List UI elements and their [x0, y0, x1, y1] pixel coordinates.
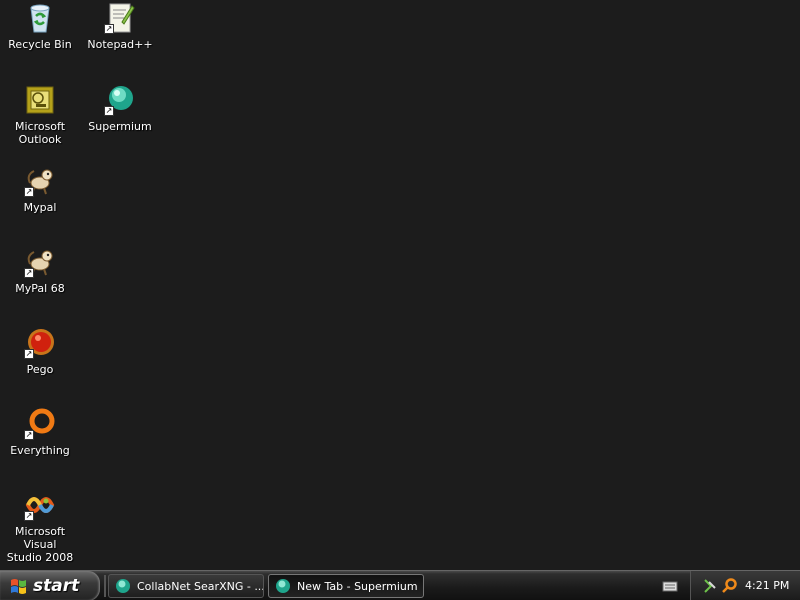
supermium-shortcut[interactable]: ↗ Supermium [80, 84, 160, 156]
recycle-bin-icon [24, 2, 56, 34]
shortcut-arrow-icon: ↗ [24, 268, 34, 278]
pego-label: Pego [26, 363, 54, 376]
network-icon[interactable] [703, 578, 717, 594]
taskbar-separator [104, 575, 106, 597]
notepadpp-label: Notepad++ [87, 38, 153, 51]
keyboard-icon[interactable] [662, 579, 678, 593]
mypal68-shortcut[interactable]: ↗ MyPal 68 [0, 246, 80, 318]
outlook-label: Microsoft Outlook [14, 120, 66, 146]
supermium-icon [116, 579, 130, 593]
shortcut-arrow-icon: ↗ [24, 349, 34, 359]
task-label: CollabNet SearXNG - ... [137, 579, 264, 593]
desktop: Recycle Bin ↗ Notepad++ Microsoft Outloo… [0, 0, 800, 570]
shortcut-arrow-icon: ↗ [24, 430, 34, 440]
start-button[interactable]: start [0, 571, 100, 600]
visual-studio-label: Microsoft Visual Studio 2008 [6, 525, 74, 564]
notepadpp-shortcut[interactable]: ↗ Notepad++ [80, 2, 160, 74]
everything-icon: ↗ [24, 408, 56, 440]
clock[interactable]: 4:21 PM [745, 571, 789, 600]
shortcut-arrow-icon: ↗ [104, 24, 114, 34]
shortcut-arrow-icon: ↗ [24, 511, 34, 521]
mypal-icon: ↗ [24, 165, 56, 197]
visual-studio-shortcut[interactable]: ↗ Microsoft Visual Studio 2008 [0, 489, 80, 564]
mypal68-label: MyPal 68 [15, 282, 65, 295]
pego-shortcut[interactable]: ↗ Pego [0, 327, 80, 399]
recycle-bin-shortcut[interactable]: Recycle Bin [0, 2, 80, 74]
mypal-label: Mypal [23, 201, 57, 214]
everything-label: Everything [10, 444, 70, 457]
everything-shortcut[interactable]: ↗ Everything [0, 408, 80, 480]
outlook-icon [24, 84, 56, 116]
system-tray: 4:21 PM [690, 571, 800, 600]
recycle-bin-label: Recycle Bin [8, 38, 72, 51]
mypal68-icon: ↗ [24, 246, 56, 278]
mypal-shortcut[interactable]: ↗ Mypal [0, 165, 80, 237]
visual-studio-icon: ↗ [24, 489, 56, 521]
supermium-icon [276, 579, 290, 593]
pego-icon: ↗ [24, 327, 56, 359]
task-new-tab-supermium[interactable]: New Tab - Supermium [268, 574, 424, 598]
shortcut-arrow-icon: ↗ [24, 187, 34, 197]
outlook-shortcut[interactable]: Microsoft Outlook [0, 84, 80, 156]
notepadpp-icon: ↗ [104, 2, 136, 34]
task-collabnet-searxng[interactable]: CollabNet SearXNG - ... [108, 574, 264, 598]
supermium-label: Supermium [88, 120, 152, 133]
windows-flag-icon [11, 579, 26, 594]
search-icon[interactable] [721, 578, 737, 594]
start-label: start [33, 576, 80, 596]
supermium-icon: ↗ [104, 84, 136, 116]
taskbar: start CollabNet SearXNG - ... New Tab - … [0, 570, 800, 600]
shortcut-arrow-icon: ↗ [104, 106, 114, 116]
task-label: New Tab - Supermium [297, 579, 418, 593]
